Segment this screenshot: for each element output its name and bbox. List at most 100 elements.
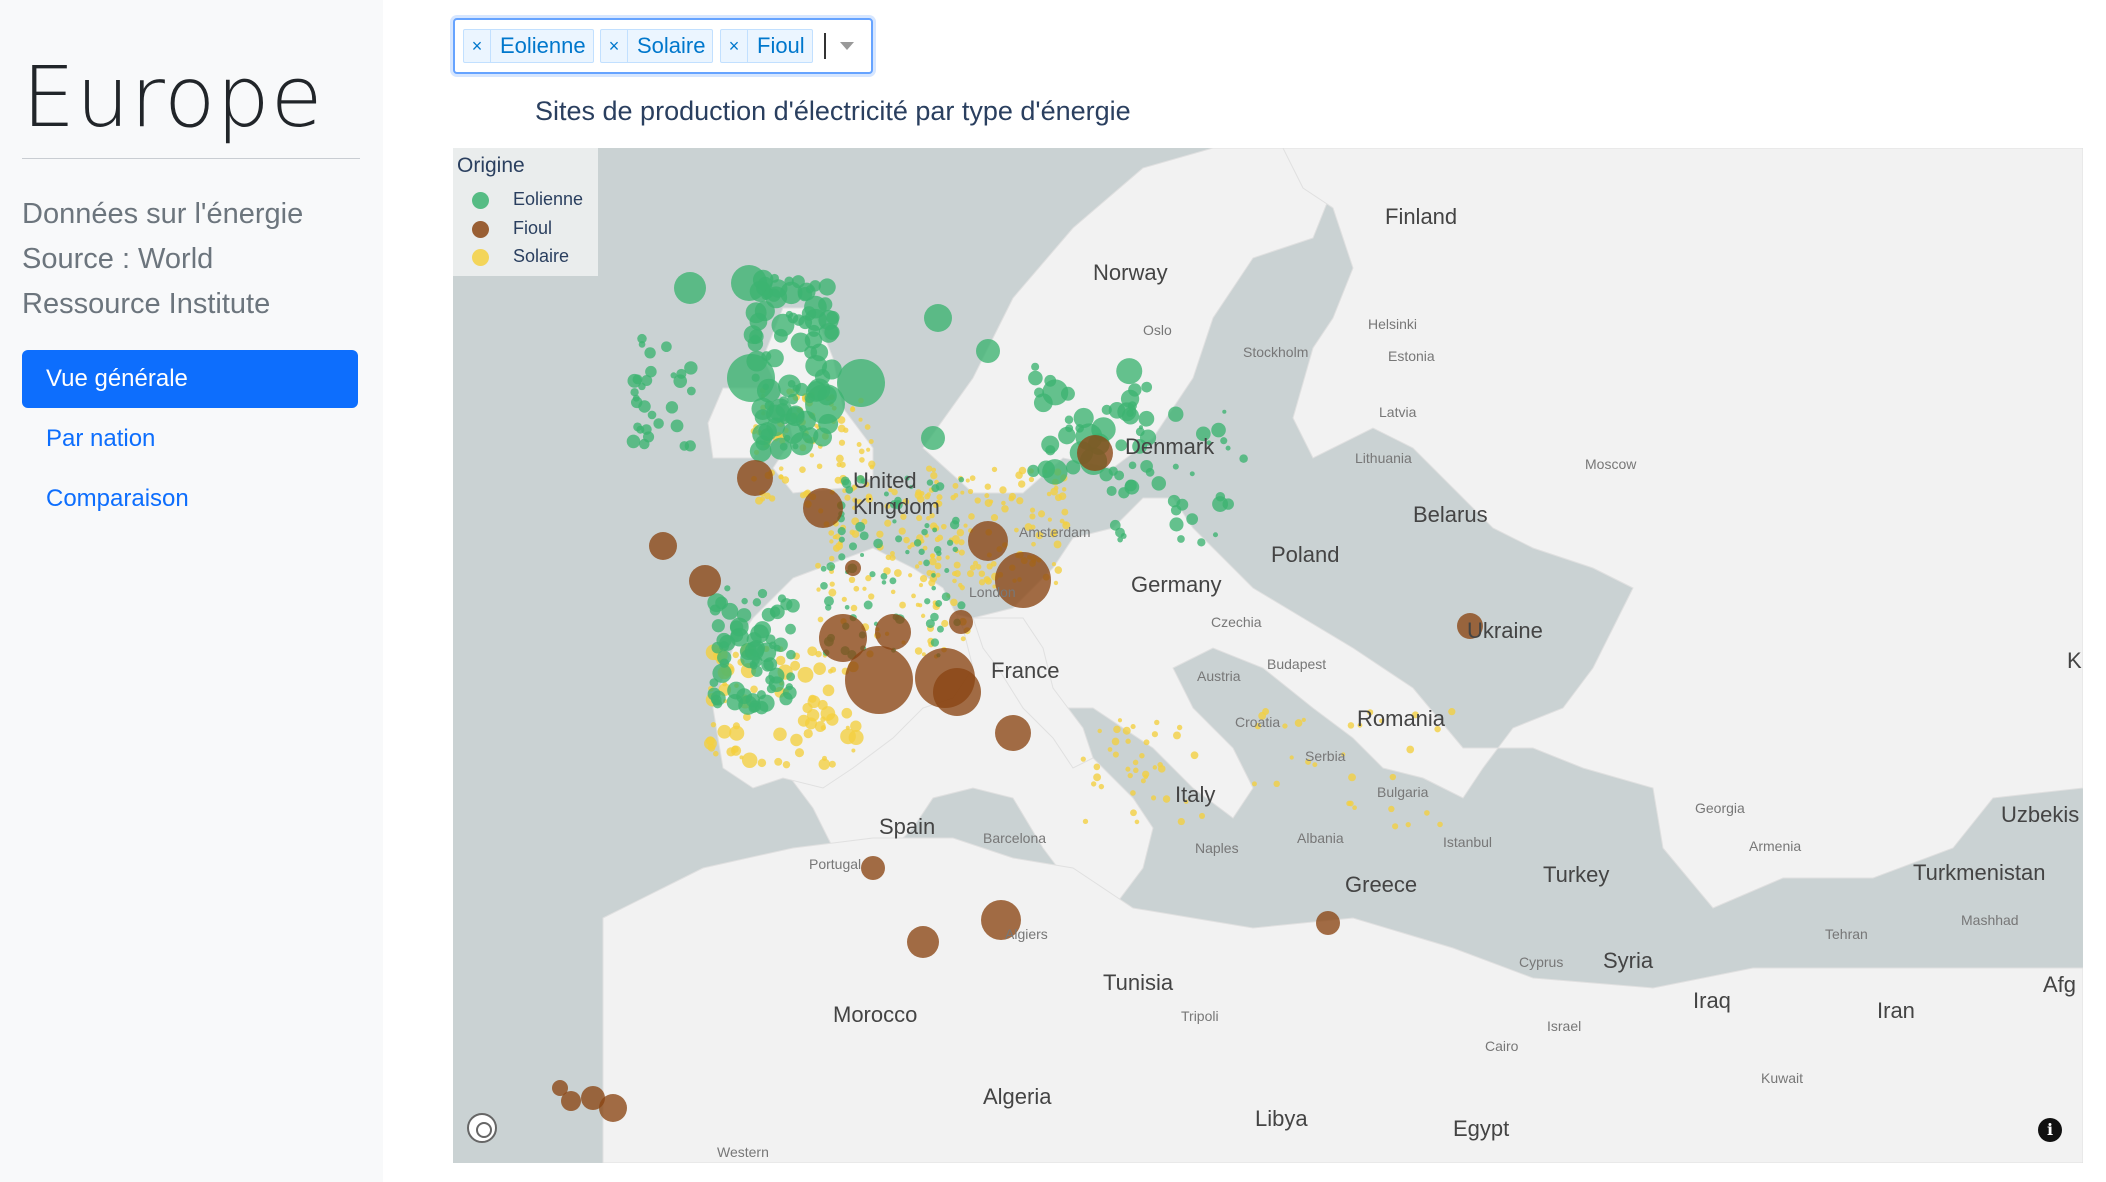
map-marker-s[interactable] (986, 563, 993, 570)
map-marker-s[interactable] (739, 755, 744, 760)
map-marker-w[interactable] (674, 272, 706, 304)
map-marker-w[interactable] (764, 400, 775, 411)
map-marker-w[interactable] (881, 580, 887, 585)
map-marker-f[interactable] (649, 532, 677, 560)
map-marker-s[interactable] (1406, 745, 1415, 754)
map-marker-w[interactable] (1027, 464, 1040, 477)
map-marker-s[interactable] (799, 466, 806, 474)
map-marker-w[interactable] (644, 347, 656, 359)
map-marker-s[interactable] (1080, 756, 1086, 762)
map-marker-s[interactable] (750, 685, 758, 694)
map-marker-s[interactable] (1405, 822, 1411, 828)
map-marker-s[interactable] (898, 527, 906, 535)
map-marker-w[interactable] (1099, 467, 1113, 482)
map-marker-f[interactable] (995, 715, 1031, 751)
map-marker-f[interactable] (803, 488, 843, 528)
map-marker-s[interactable] (941, 619, 949, 628)
map-marker-w[interactable] (630, 388, 639, 397)
map-marker-s[interactable] (1090, 781, 1097, 787)
map-marker-s[interactable] (858, 417, 863, 422)
map-marker-s[interactable] (1127, 772, 1133, 779)
map-marker-s[interactable] (717, 724, 732, 739)
map-marker-s[interactable] (1352, 805, 1357, 811)
map-marker-s[interactable] (1037, 510, 1046, 518)
map-marker-s[interactable] (1190, 751, 1199, 760)
map-marker-s[interactable] (899, 601, 906, 609)
map-marker-w[interactable] (719, 634, 736, 651)
map-marker-w[interactable] (727, 354, 775, 402)
map-marker-s[interactable] (950, 598, 958, 607)
map-marker-s[interactable] (834, 476, 842, 484)
map-marker-w[interactable] (936, 625, 944, 633)
map-marker-s[interactable] (1054, 566, 1063, 574)
map-marker-s[interactable] (960, 636, 966, 642)
map-marker-s[interactable] (1150, 795, 1157, 801)
map-marker-w[interactable] (805, 384, 845, 424)
map-marker-w[interactable] (1138, 410, 1155, 427)
info-icon[interactable]: i (2038, 1118, 2062, 1142)
map-marker-s[interactable] (1130, 724, 1136, 730)
map-marker-s[interactable] (732, 651, 739, 659)
map-marker-s[interactable] (828, 588, 837, 597)
map-marker-s[interactable] (1122, 726, 1131, 735)
map-marker-s[interactable] (1031, 541, 1036, 547)
map-marker-s[interactable] (815, 562, 821, 569)
map-marker-s[interactable] (848, 730, 864, 746)
map-marker-s[interactable] (1348, 773, 1356, 782)
map-marker-w[interactable] (905, 549, 910, 555)
map-marker-w[interactable] (712, 699, 723, 709)
map-marker-s[interactable] (963, 523, 968, 528)
map-marker-s[interactable] (1061, 508, 1069, 516)
map-marker-w[interactable] (952, 546, 959, 553)
map-marker-s[interactable] (829, 539, 834, 544)
map-marker-s[interactable] (790, 733, 803, 747)
map-marker-s[interactable] (1140, 778, 1146, 784)
map-marker-w[interactable] (931, 585, 936, 591)
map-marker-w[interactable] (824, 324, 840, 340)
map-marker-w[interactable] (1120, 533, 1127, 539)
map-marker-s[interactable] (858, 448, 865, 455)
map-marker-w[interactable] (786, 672, 796, 682)
map-marker-s[interactable] (920, 613, 926, 619)
map-marker-w[interactable] (924, 304, 952, 332)
map-marker-s[interactable] (953, 570, 961, 578)
map-marker-w[interactable] (757, 588, 768, 599)
map-marker-s[interactable] (774, 757, 783, 766)
map-marker-s[interactable] (1173, 731, 1181, 740)
map-marker-s[interactable] (799, 492, 807, 499)
map-marker-s[interactable] (908, 573, 913, 578)
map-marker-s[interactable] (1301, 717, 1306, 723)
map-marker-s[interactable] (1143, 774, 1149, 780)
map-marker-w[interactable] (752, 598, 762, 607)
map-marker-s[interactable] (835, 454, 844, 463)
map-marker-w[interactable] (741, 597, 748, 605)
map-marker-s[interactable] (936, 555, 942, 561)
map-marker-w[interactable] (944, 567, 950, 574)
map-marker-f[interactable] (949, 610, 973, 634)
map-marker-w[interactable] (921, 528, 928, 536)
map-marker-s[interactable] (850, 604, 858, 612)
remove-solaire-button[interactable]: × (601, 30, 628, 62)
map-marker-w[interactable] (785, 623, 796, 635)
map-marker-s[interactable] (859, 457, 865, 463)
map-marker-w[interactable] (661, 341, 672, 353)
map-marker-s[interactable] (978, 570, 986, 577)
map-marker-w[interactable] (638, 341, 646, 348)
map-marker-w[interactable] (1124, 479, 1140, 495)
map-marker-s[interactable] (828, 530, 835, 536)
map-marker-s[interactable] (1053, 540, 1062, 549)
map-marker-w[interactable] (1138, 425, 1144, 430)
map-marker-s[interactable] (741, 752, 758, 769)
map-marker-w[interactable] (1239, 454, 1248, 463)
map-marker-w[interactable] (818, 297, 833, 312)
map-marker-s[interactable] (794, 748, 805, 758)
map-marker-s[interactable] (782, 760, 791, 769)
map-marker-s[interactable] (914, 647, 923, 655)
map-marker-s[interactable] (953, 561, 961, 569)
map-marker-s[interactable] (816, 463, 823, 470)
map-marker-s[interactable] (952, 578, 957, 584)
map-marker-s[interactable] (1132, 759, 1139, 766)
map-marker-s[interactable] (1152, 765, 1158, 770)
map-marker-w[interactable] (639, 438, 650, 450)
map-marker-w[interactable] (936, 550, 942, 557)
